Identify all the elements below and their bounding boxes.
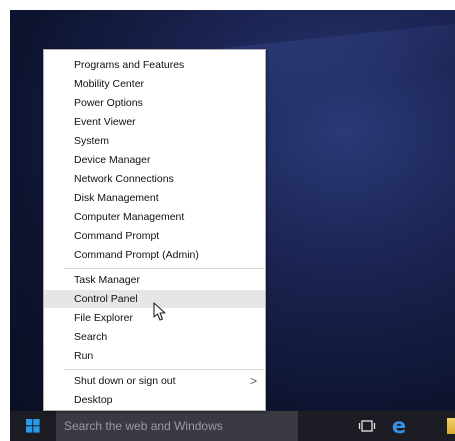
menu-item-command-prompt[interactable]: Command Prompt (44, 227, 265, 245)
menu-separator (64, 268, 264, 269)
menu-item-label: Shut down or sign out (74, 375, 176, 387)
menu-item-shut-down-or-sign-out[interactable]: Shut down or sign out > (44, 372, 265, 390)
edge-icon[interactable]: e (388, 415, 410, 437)
menu-item-event-viewer[interactable]: Event Viewer (44, 113, 265, 131)
menu-item-programs-and-features[interactable]: Programs and Features (44, 56, 265, 74)
menu-item-task-manager[interactable]: Task Manager (44, 271, 265, 289)
start-button[interactable] (10, 411, 56, 441)
power-user-menu: Programs and Features Mobility Center Po… (43, 49, 266, 411)
mouse-pointer-icon (153, 302, 166, 321)
menu-item-desktop[interactable]: Desktop (44, 391, 265, 409)
task-view-icon[interactable] (358, 418, 376, 434)
menu-item-device-manager[interactable]: Device Manager (44, 151, 265, 169)
menu-item-run[interactable]: Run (44, 347, 265, 365)
menu-item-disk-management[interactable]: Disk Management (44, 189, 265, 207)
menu-item-mobility-center[interactable]: Mobility Center (44, 75, 265, 93)
search-input[interactable]: Search the web and Windows (56, 411, 298, 441)
menu-separator (64, 369, 264, 370)
menu-item-search[interactable]: Search (44, 328, 265, 346)
windows-logo-icon (26, 419, 40, 433)
taskbar: Search the web and Windows e (10, 411, 455, 441)
file-explorer-icon[interactable] (447, 418, 455, 434)
chevron-right-icon: > (249, 374, 257, 388)
menu-item-command-prompt-admin[interactable]: Command Prompt (Admin) (44, 246, 265, 264)
menu-item-network-connections[interactable]: Network Connections (44, 170, 265, 188)
menu-item-system[interactable]: System (44, 132, 265, 150)
menu-item-power-options[interactable]: Power Options (44, 94, 265, 112)
menu-item-computer-management[interactable]: Computer Management (44, 208, 265, 226)
